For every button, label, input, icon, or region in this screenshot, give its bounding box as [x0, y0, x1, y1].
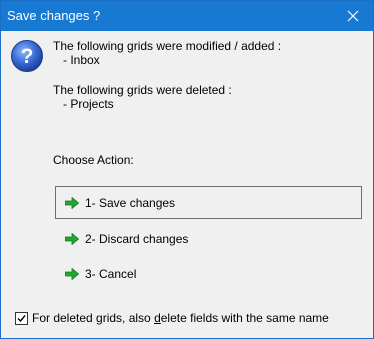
cancel-button[interactable]: 3- Cancel [55, 257, 362, 290]
deleted-heading: The following grids were deleted : [53, 83, 232, 97]
label-accelerator: d [154, 311, 161, 325]
close-icon [347, 10, 359, 22]
label-part: For deleted grids, also [32, 311, 155, 325]
question-icon: ? [11, 40, 43, 72]
window-title: Save changes ? [7, 8, 101, 23]
delete-fields-checkbox[interactable] [15, 311, 28, 325]
save-changes-button[interactable]: 1- Save changes [55, 186, 362, 219]
cancel-label: 3- Cancel [85, 266, 137, 281]
green-arrow-icon [65, 196, 79, 209]
dialog-content: ? The following grids were modified / ad… [1, 31, 373, 338]
close-button[interactable] [333, 1, 373, 31]
save-changes-dialog: Save changes ? ? The following grids wer… [0, 0, 374, 339]
title-bar: Save changes ? [1, 1, 373, 31]
label-part: elete fields with the same name [160, 311, 329, 325]
checkmark-icon [17, 314, 26, 322]
green-arrow-icon [65, 267, 79, 280]
modified-item: - Inbox [63, 53, 100, 67]
svg-text:?: ? [21, 45, 34, 68]
delete-fields-label: For deleted grids, also delete fields wi… [32, 311, 329, 325]
modified-heading: The following grids were modified / adde… [53, 39, 282, 53]
discard-changes-label: 2- Discard changes [85, 231, 189, 246]
deleted-item: - Projects [63, 97, 114, 111]
discard-changes-button[interactable]: 2- Discard changes [55, 222, 362, 255]
choose-action-label: Choose Action: [53, 153, 134, 167]
green-arrow-icon [65, 232, 79, 245]
delete-fields-option[interactable]: For deleted grids, also delete fields wi… [15, 311, 329, 325]
save-changes-label: 1- Save changes [85, 195, 176, 210]
